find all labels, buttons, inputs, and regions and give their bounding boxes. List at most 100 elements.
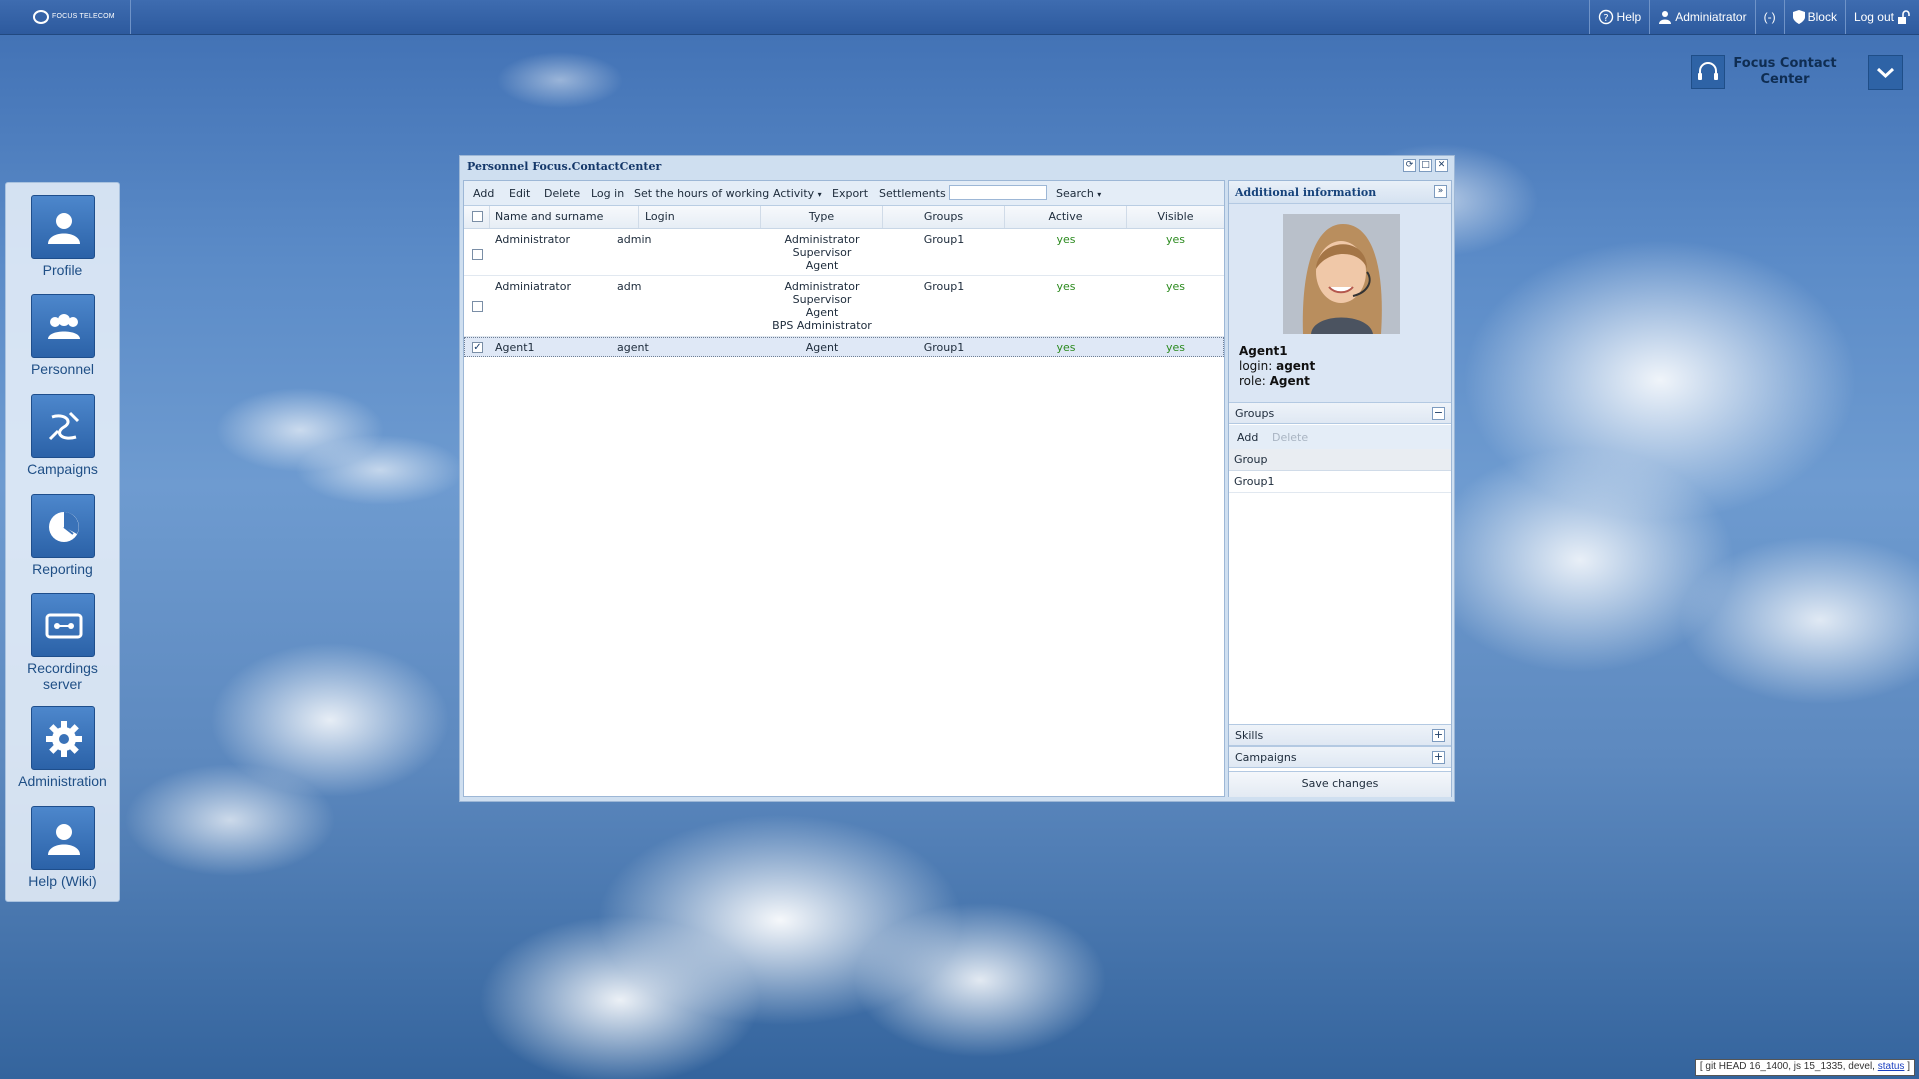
dock-item-help-wiki[interactable]: Help (Wiki): [6, 806, 119, 889]
additional-info-title: Additional information: [1235, 186, 1377, 199]
add-button[interactable]: Add: [473, 187, 494, 200]
column-header-login[interactable]: Login: [639, 206, 761, 228]
table-row-selected[interactable]: ✓ Agent1 agent Agent Group1 yes yes: [464, 337, 1224, 357]
agent-login-label: login:: [1239, 359, 1273, 373]
cell-login: adm: [617, 280, 642, 293]
table-row[interactable]: Adminiatrator adm Administrator Supervis…: [464, 276, 1224, 337]
personnel-grid-panel: Add Edit Delete Log in Set the hours of …: [463, 180, 1225, 797]
expand-skills-button[interactable]: +: [1432, 729, 1445, 742]
grid-header: Name and surname Login Type Groups Activ…: [464, 206, 1224, 229]
users-icon: [30, 294, 95, 358]
refresh-window-button[interactable]: ⟳: [1403, 159, 1416, 172]
maximize-window-button[interactable]: □: [1419, 159, 1432, 172]
cell-login: admin: [617, 233, 652, 246]
select-all-cell: [464, 206, 490, 228]
dock-item-personnel[interactable]: Personnel: [6, 294, 119, 377]
agent-role-line: role: Agent: [1239, 374, 1310, 388]
logout-button[interactable]: Log out: [1844, 0, 1919, 34]
campaigns-section-title: Campaigns: [1235, 751, 1297, 764]
close-icon: ✕: [1437, 160, 1446, 170]
agent-login-value: agent: [1276, 359, 1316, 373]
row-checkbox[interactable]: [472, 249, 483, 260]
app-dock: Profile Personnel Campaigns Reporting Re…: [5, 182, 120, 902]
app-title: Focus Contact Center: [1730, 56, 1840, 88]
search-dropdown[interactable]: Search ▾: [1056, 187, 1101, 200]
export-button[interactable]: Export: [832, 187, 868, 200]
settlements-button[interactable]: Settlements: [879, 187, 946, 200]
edit-button[interactable]: Edit: [509, 187, 530, 200]
grid-toolbar: Add Edit Delete Log in Set the hours of …: [464, 181, 1224, 206]
close-window-button[interactable]: ✕: [1435, 159, 1448, 172]
dock-item-profile[interactable]: Profile: [6, 195, 119, 278]
logout-label: Log out: [1853, 10, 1894, 24]
row-checkbox[interactable]: [472, 301, 483, 312]
cell-visible: yes: [1165, 280, 1185, 293]
cell-active: yes: [1056, 280, 1076, 293]
status-link[interactable]: status: [1878, 1061, 1905, 1072]
delete-group-button[interactable]: Delete: [1272, 431, 1308, 444]
dock-item-reporting[interactable]: Reporting: [6, 494, 119, 577]
agent-photo: [1283, 214, 1400, 334]
list-item[interactable]: Group1: [1229, 471, 1451, 493]
search-label: Search: [1056, 187, 1094, 200]
table-row[interactable]: Administrator admin Administrator Superv…: [464, 229, 1224, 276]
dock-label-profile: Profile: [42, 262, 83, 278]
column-header-active[interactable]: Active: [1005, 206, 1127, 228]
dock-item-campaigns[interactable]: Campaigns: [6, 394, 119, 477]
caret-down-icon: ▾: [817, 190, 822, 199]
add-group-button[interactable]: Add: [1237, 431, 1258, 444]
app-menu-button[interactable]: [1868, 55, 1903, 90]
help-link[interactable]: ? Help: [1588, 0, 1650, 34]
collapse-panel-button[interactable]: »: [1434, 185, 1447, 198]
cell-groups: Group1: [923, 341, 965, 354]
set-hours-button[interactable]: Set the hours of working: [634, 187, 769, 200]
dock-label-recordings-line2: server: [43, 676, 82, 692]
headset-icon: [1691, 55, 1725, 89]
type-line: Agent: [805, 306, 839, 319]
column-header-groups[interactable]: Groups: [883, 206, 1005, 228]
dock-item-recordings[interactable]: Recordings server: [6, 593, 119, 692]
cell-name: Agent1: [495, 341, 535, 354]
agent-status[interactable]: (-): [1754, 0, 1784, 34]
dock-label-recordings-line1: Recordings: [27, 660, 98, 676]
company-logo[interactable]: FOCUS TELECOM: [0, 0, 131, 34]
user-icon: [1659, 11, 1672, 24]
cell-login: agent: [617, 341, 649, 354]
column-header-name[interactable]: Name and surname: [490, 206, 639, 228]
campaigns-section-header[interactable]: Campaigns +: [1229, 746, 1451, 768]
expand-campaigns-button[interactable]: +: [1432, 751, 1445, 764]
select-all-checkbox[interactable]: [472, 211, 483, 222]
cell-active: yes: [1056, 233, 1076, 246]
cell-groups: Group1: [923, 233, 965, 246]
activity-dropdown[interactable]: Activity ▾: [773, 187, 822, 200]
dock-label-personnel: Personnel: [30, 361, 95, 377]
cell-type: Administrator Supervisor Agent BPS Admin…: [761, 280, 883, 332]
block-button[interactable]: Block: [1783, 0, 1845, 34]
column-header-group[interactable]: Group: [1234, 453, 1268, 466]
shield-icon: [1792, 10, 1805, 24]
block-label: Block: [1807, 10, 1837, 24]
skills-section-header[interactable]: Skills +: [1229, 724, 1451, 746]
user-menu[interactable]: Adminiatrator: [1649, 0, 1754, 34]
additional-info-panel: Additional information » Agent1 login: a…: [1228, 180, 1452, 797]
save-changes-button[interactable]: Save changes: [1229, 771, 1451, 797]
cell-visible: yes: [1165, 341, 1185, 354]
dock-label-campaigns: Campaigns: [27, 461, 98, 477]
skills-section-title: Skills: [1235, 729, 1264, 742]
column-header-type[interactable]: Type: [761, 206, 883, 228]
groups-section-header[interactable]: Groups −: [1229, 402, 1451, 424]
logo-icon: [33, 10, 49, 24]
log-in-button[interactable]: Log in: [591, 187, 624, 200]
plus-icon: +: [1433, 728, 1444, 741]
search-input[interactable]: [949, 185, 1047, 200]
personnel-window: Personnel Focus.ContactCenter ⟳ □ ✕ Add …: [459, 155, 1455, 802]
cell-visible: yes: [1165, 233, 1185, 246]
column-header-visible[interactable]: Visible: [1127, 206, 1224, 228]
group-name: Group1: [1234, 475, 1275, 488]
user-name: Adminiatrator: [1675, 10, 1747, 24]
row-checkbox-checked[interactable]: ✓: [472, 342, 483, 353]
collapse-groups-button[interactable]: −: [1432, 407, 1445, 420]
dock-item-administration[interactable]: Administration: [6, 706, 119, 789]
delete-button[interactable]: Delete: [544, 187, 580, 200]
unlock-icon: [1898, 10, 1910, 24]
